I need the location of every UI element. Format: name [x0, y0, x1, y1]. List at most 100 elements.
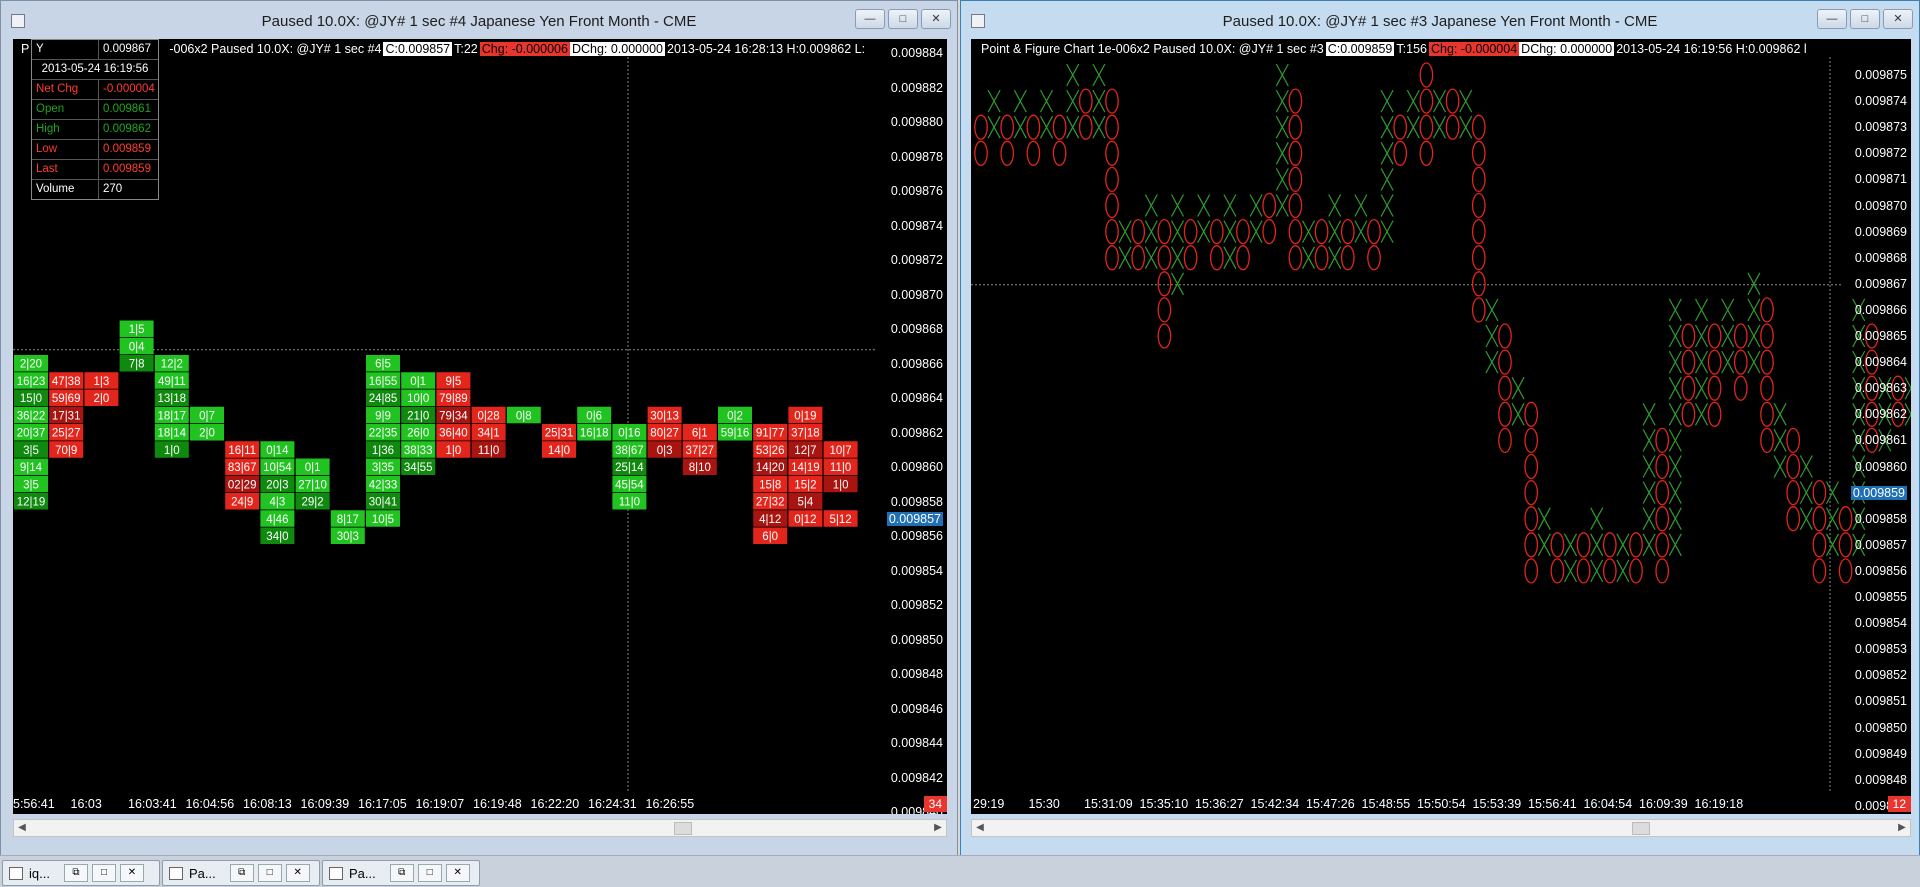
- header-prefix: P: [21, 41, 30, 56]
- pnf-x-box: [1275, 89, 1289, 113]
- maximize-icon[interactable]: □: [257, 864, 282, 882]
- data-window-row: Last 0.009859: [32, 160, 158, 180]
- close-button[interactable]: ✕: [1883, 9, 1913, 29]
- pnf-x-box: [1668, 429, 1682, 452]
- pnf-x-box: [1590, 533, 1604, 557]
- pnf-x-box: [1066, 115, 1080, 139]
- time-axis-label: 16:03: [70, 797, 102, 811]
- footprint-cell-label: 12|19: [17, 497, 46, 509]
- pnf-x-box: [1668, 533, 1682, 557]
- pnf-x-column: [1485, 298, 1499, 374]
- pnf-o-box: [1550, 558, 1565, 584]
- pnf-o-box: [1760, 401, 1774, 427]
- pnf-o-box: [1209, 218, 1224, 245]
- pnf-x-box: [1563, 559, 1578, 583]
- pnf-o-column: [1602, 532, 1617, 584]
- maximize-icon[interactable]: □: [91, 864, 116, 882]
- price-axis-label: 0.009855: [1854, 590, 1907, 604]
- pnf-o-box: [1288, 88, 1303, 114]
- footprint-cell-label: 1|5: [129, 324, 145, 336]
- price-axis-label: 0.009884: [890, 46, 943, 60]
- pnf-x-column: [1694, 298, 1709, 426]
- footprint-column: 0|6 16|18: [577, 406, 612, 441]
- maximize-button[interactable]: □: [1850, 9, 1880, 29]
- footprint-chart-area[interactable]: 2|20 16|23 15|0 36|22 20|37 3|5 9|14 3|5 12|19 47…: [13, 39, 947, 814]
- pnf-o-box: [1131, 218, 1146, 245]
- footprint-cell-label: 70|9: [55, 445, 77, 457]
- footprint-column: 6|5 16|55 24|85 9|9 22|35 1|36 3|35 42|33 30|41 1…: [366, 355, 400, 527]
- horizontal-scrollbar[interactable]: ◀ ▶: [971, 819, 1911, 837]
- footprint-cell-label: 8|17: [337, 514, 359, 526]
- close-button[interactable]: ✕: [921, 9, 951, 29]
- close-icon[interactable]: ✕: [119, 864, 144, 882]
- close-icon[interactable]: ✕: [285, 864, 310, 882]
- pnf-o-box: [1026, 114, 1041, 140]
- pnf-x-box: [1773, 403, 1787, 426]
- footprint-cell-label: 3|35: [372, 462, 394, 474]
- close-icon[interactable]: ✕: [445, 864, 470, 882]
- pnf-o-box: [1445, 88, 1460, 114]
- pnf-x-box: [1825, 507, 1840, 530]
- scroll-thumb[interactable]: [674, 822, 692, 835]
- minimize-button[interactable]: —: [1817, 9, 1847, 29]
- maximize-button[interactable]: □: [888, 9, 918, 29]
- title-bar[interactable]: Paused 10.0X: @JY# 1 sec #3 Japanese Yen…: [961, 1, 1919, 41]
- pnf-x-box: [1170, 246, 1185, 269]
- scroll-left-icon[interactable]: ◀: [972, 820, 988, 836]
- pnf-o-box: [1707, 401, 1722, 427]
- pnf-x-box: [1773, 429, 1787, 452]
- footprint-cell-label: 7|8: [129, 359, 145, 371]
- price-axis-label: 0.009866: [1854, 302, 1907, 317]
- pnf-o-box: [1707, 349, 1722, 375]
- pnf-x-box: [1170, 194, 1185, 217]
- pnf-o-column: [1681, 323, 1696, 427]
- title-bar[interactable]: Paused 10.0X: @JY# 1 sec #4 Japanese Yen…: [1, 1, 957, 41]
- pnf-o-column: [1498, 323, 1512, 454]
- scroll-right-icon[interactable]: ▶: [1894, 820, 1910, 836]
- pnf-x-box: [1249, 194, 1263, 217]
- footprint-cell-label: 15|0: [20, 393, 42, 405]
- header-time: 2013-05-24 16:28:13 H:0.009862 L:: [667, 41, 866, 56]
- scroll-thumb[interactable]: [1632, 822, 1650, 835]
- price-axis-label: 0.009872: [1854, 146, 1907, 161]
- taskbar-item[interactable]: Pa... ⧉ □ ✕: [162, 860, 320, 886]
- pnf-x-box: [1694, 298, 1709, 322]
- pnf-o-box: [1786, 479, 1801, 506]
- restore-icon[interactable]: ⧉: [63, 864, 88, 882]
- point-figure-chart-area[interactable]: Point & Figure Chart 1e-006x2 Paused 10.…: [971, 39, 1911, 814]
- pnf-x-box: [1328, 220, 1342, 243]
- price-axis-label: 0.009871: [1854, 172, 1907, 187]
- pnf-x-box: [1197, 220, 1211, 243]
- minimize-button[interactable]: —: [855, 9, 885, 29]
- pnf-x-column: [1275, 63, 1289, 217]
- bar-count-badge: 34: [923, 796, 947, 812]
- pnf-x-box: [1459, 115, 1473, 139]
- pnf-x-box: [1616, 533, 1630, 557]
- pnf-o-box: [1105, 166, 1119, 193]
- pnf-x-column: [1721, 298, 1735, 374]
- pnf-o-box: [1838, 532, 1853, 558]
- scroll-right-icon[interactable]: ▶: [930, 820, 946, 836]
- pnf-o-box: [1760, 323, 1774, 349]
- footprint-cell-label: 27|32: [756, 497, 785, 509]
- taskbar-item[interactable]: Pa... ⧉ □ ✕: [322, 860, 480, 886]
- pnf-x-column: [1013, 89, 1027, 139]
- footprint-column: 1|32|0: [84, 372, 119, 406]
- pnf-o-column: [974, 114, 988, 166]
- pnf-x-box: [1380, 194, 1394, 217]
- restore-icon[interactable]: ⧉: [229, 864, 254, 882]
- footprint-cell-label: 59|69: [52, 393, 81, 405]
- restore-icon[interactable]: ⧉: [389, 864, 414, 882]
- pnf-o-box: [1655, 558, 1670, 584]
- scroll-left-icon[interactable]: ◀: [14, 820, 30, 836]
- pnf-o-box: [1105, 192, 1119, 219]
- pnf-x-box: [1642, 429, 1656, 452]
- taskbar-item[interactable]: iq... ⧉ □ ✕: [2, 860, 160, 886]
- pnf-x-column: [1511, 376, 1525, 426]
- footprint-cell-label: 59|16: [721, 428, 750, 440]
- time-axis-label: 15:31:09: [1084, 797, 1133, 811]
- horizontal-scrollbar[interactable]: ◀ ▶: [13, 819, 947, 837]
- chart-header: Point & Figure Chart 1e-006x2 Paused 10.…: [979, 40, 1809, 57]
- data-window-row: Net Chg -0.000004: [32, 80, 158, 100]
- maximize-icon[interactable]: □: [417, 864, 442, 882]
